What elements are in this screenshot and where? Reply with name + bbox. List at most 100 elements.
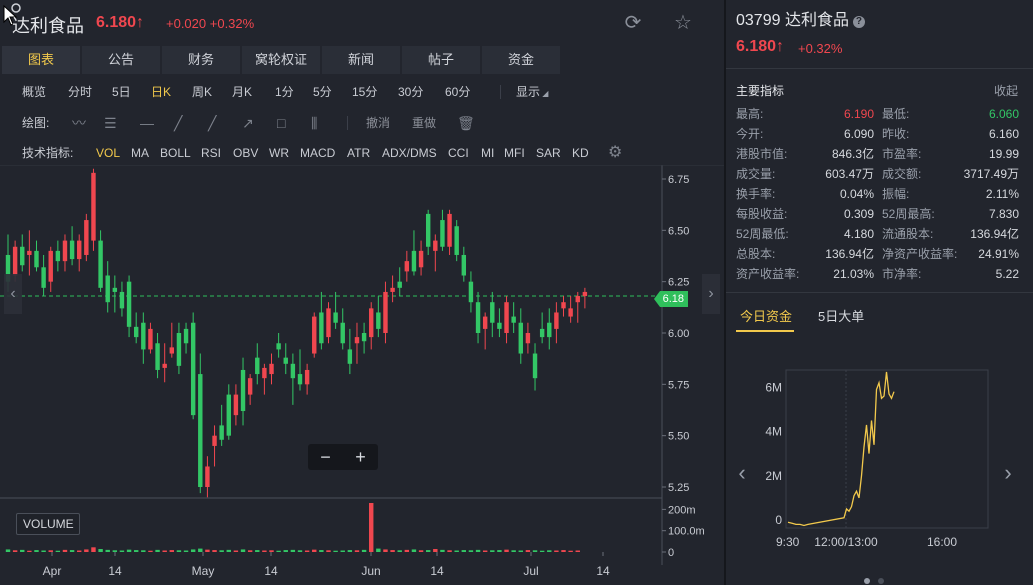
- display-dropdown[interactable]: 显示 ◢: [516, 79, 548, 107]
- settings-gear-icon[interactable]: ⚙: [608, 140, 622, 166]
- period-1min[interactable]: 1分: [275, 79, 294, 105]
- tab-posts[interactable]: 帖子: [402, 46, 480, 74]
- volume-bar: [568, 550, 573, 552]
- chart-scroll-left-button[interactable]: ‹: [4, 274, 22, 314]
- indicator-vol[interactable]: VOL: [96, 140, 120, 166]
- tab-capital[interactable]: 资金: [482, 46, 560, 74]
- trendline-wave-icon[interactable]: 〰: [72, 110, 86, 136]
- stock-change: +0.020 +0.32%: [166, 16, 255, 31]
- undo-button[interactable]: 撤消: [366, 110, 390, 136]
- tab-news[interactable]: 新闻: [322, 46, 400, 74]
- help-icon[interactable]: ?: [852, 16, 865, 28]
- candlestick-chart[interactable]: 6.75 6.50 6.25 6.00 5.75 5.50 5.25 200m 100.0m 0 A…: [0, 165, 724, 585]
- chart-scroll-right-button[interactable]: ›: [702, 274, 720, 314]
- indicator-sar[interactable]: SAR: [536, 140, 561, 166]
- tab-today-funds[interactable]: 今日资金: [740, 306, 792, 325]
- indicator-boll[interactable]: BOLL: [160, 140, 191, 166]
- volume-tick-label: 100.0m: [668, 526, 705, 538]
- volume-bar: [12, 550, 18, 552]
- indicator-obv[interactable]: OBV: [233, 140, 258, 166]
- volume-bar: [340, 550, 345, 552]
- fund-chart-frame: [785, 369, 989, 529]
- tab-chart[interactable]: 图表: [2, 46, 80, 74]
- price-tick-label: 5.75: [668, 379, 689, 391]
- candle-tool-icon[interactable]: ⫼: [311, 110, 317, 136]
- indicator-wr[interactable]: WR: [269, 140, 289, 166]
- indicator-ma[interactable]: MA: [131, 140, 149, 166]
- candle-body: [539, 328, 545, 338]
- period-monthly-k[interactable]: 月K: [232, 79, 252, 105]
- stat-value: 21.03%: [833, 267, 874, 281]
- period-weekly-k[interactable]: 周K: [192, 79, 212, 105]
- trash-icon[interactable]: 🗑: [457, 110, 475, 136]
- volume-bar: [319, 550, 324, 552]
- volume-bar: [198, 548, 203, 552]
- candle-body: [404, 261, 410, 272]
- candle-body: [518, 322, 523, 354]
- period-daily-k[interactable]: 日K: [151, 79, 171, 105]
- x-tick-label: Apr: [43, 564, 62, 578]
- volume-bar: [497, 550, 502, 552]
- stat-value: 2.11%: [985, 187, 1019, 201]
- indicator-mi[interactable]: MI: [481, 140, 494, 166]
- volume-bar: [162, 550, 167, 552]
- period-15min[interactable]: 15分: [352, 79, 377, 105]
- candle-body: [376, 312, 381, 329]
- refresh-icon[interactable]: ⟳: [622, 12, 644, 34]
- indicator-atr[interactable]: ATR: [347, 140, 370, 166]
- collapse-button[interactable]: 收起: [994, 82, 1018, 99]
- candle-body: [482, 316, 488, 329]
- stat-label: 每股收益:: [736, 207, 788, 221]
- x-tick-label: 14: [264, 564, 278, 578]
- tab-warrants[interactable]: 窝轮权证: [242, 46, 320, 74]
- indicator-adx[interactable]: ADX/DMS: [382, 140, 437, 166]
- indicator-macd[interactable]: MACD: [300, 140, 335, 166]
- stat-label: 52周最低:: [736, 227, 789, 241]
- candle-body: [397, 281, 402, 288]
- redo-button[interactable]: 重做: [412, 110, 436, 136]
- candle-body: [390, 287, 395, 292]
- pager-dot[interactable]: [878, 578, 884, 584]
- star-icon[interactable]: ☆: [672, 12, 694, 34]
- tab-financials[interactable]: 财务: [162, 46, 240, 74]
- candle-body: [169, 347, 175, 354]
- indicator-rsi[interactable]: RSI: [201, 140, 221, 166]
- rectangle-icon[interactable]: □: [277, 110, 285, 136]
- volume-bar: [20, 549, 25, 552]
- tab-5day-orders[interactable]: 5日大单: [818, 306, 864, 325]
- quote-title: 03799 达利食品?: [736, 6, 865, 30]
- line-segment-icon[interactable]: ╱: [174, 110, 182, 136]
- indicator-mfi[interactable]: MFI: [504, 140, 525, 166]
- period-overview[interactable]: 概览: [22, 79, 46, 105]
- zoom-in-button[interactable]: +: [343, 444, 378, 470]
- ray-line-icon[interactable]: ╱: [208, 110, 216, 136]
- candle-body: [262, 367, 267, 379]
- candle-body: [91, 172, 96, 241]
- arrow-line-icon[interactable]: ↗: [242, 110, 254, 136]
- period-5day[interactable]: 5日: [112, 79, 131, 105]
- x-tick-label: 14: [596, 564, 610, 578]
- volume-bar: [511, 550, 516, 552]
- stat-label: 52周最高:: [882, 207, 935, 221]
- horizontal-line-icon[interactable]: —: [140, 110, 154, 136]
- period-60min[interactable]: 60分: [445, 79, 470, 105]
- horizontal-bands-icon[interactable]: ☰: [104, 110, 117, 136]
- volume-bar: [219, 550, 224, 552]
- volume-bar: [461, 550, 467, 552]
- stat-label: 振幅:: [882, 187, 910, 201]
- candle-body: [133, 326, 139, 338]
- price-tick-label: 5.25: [668, 482, 689, 494]
- period-30min[interactable]: 30分: [398, 79, 423, 105]
- candle-body: [369, 308, 374, 338]
- volume-bar: [539, 550, 545, 552]
- tab-announcements[interactable]: 公告: [82, 46, 160, 74]
- indicator-cci[interactable]: CCI: [448, 140, 469, 166]
- period-5min[interactable]: 5分: [313, 79, 332, 105]
- prev-chart-arrow-icon[interactable]: ‹: [732, 458, 752, 488]
- last-price-tag: 6.18: [654, 291, 688, 307]
- volume-bar: [276, 550, 281, 552]
- indicator-kd[interactable]: KD: [572, 140, 589, 166]
- pager-dot[interactable]: [864, 578, 870, 584]
- zoom-out-button[interactable]: −: [308, 444, 343, 470]
- period-intraday[interactable]: 分时: [68, 79, 92, 105]
